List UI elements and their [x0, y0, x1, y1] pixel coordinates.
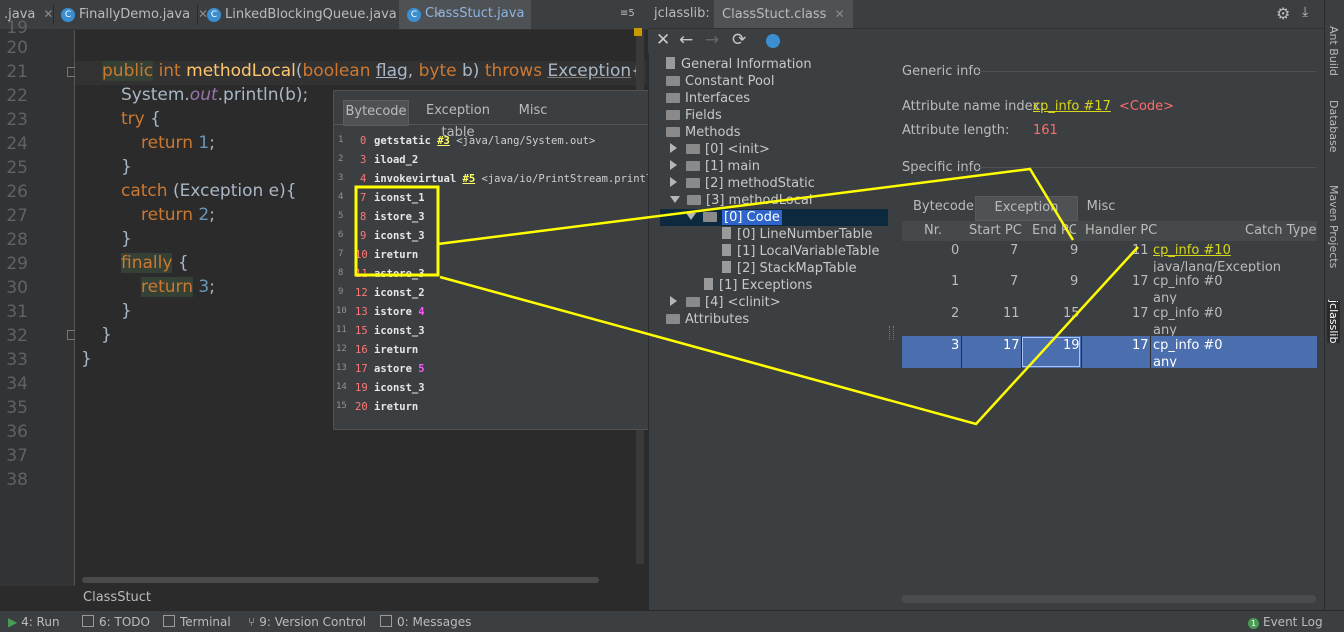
annotation-line — [439, 246, 1139, 426]
annotation-line — [437, 167, 1075, 246]
highlight-box — [354, 185, 440, 277]
annotation-overlay — [354, 167, 1139, 426]
